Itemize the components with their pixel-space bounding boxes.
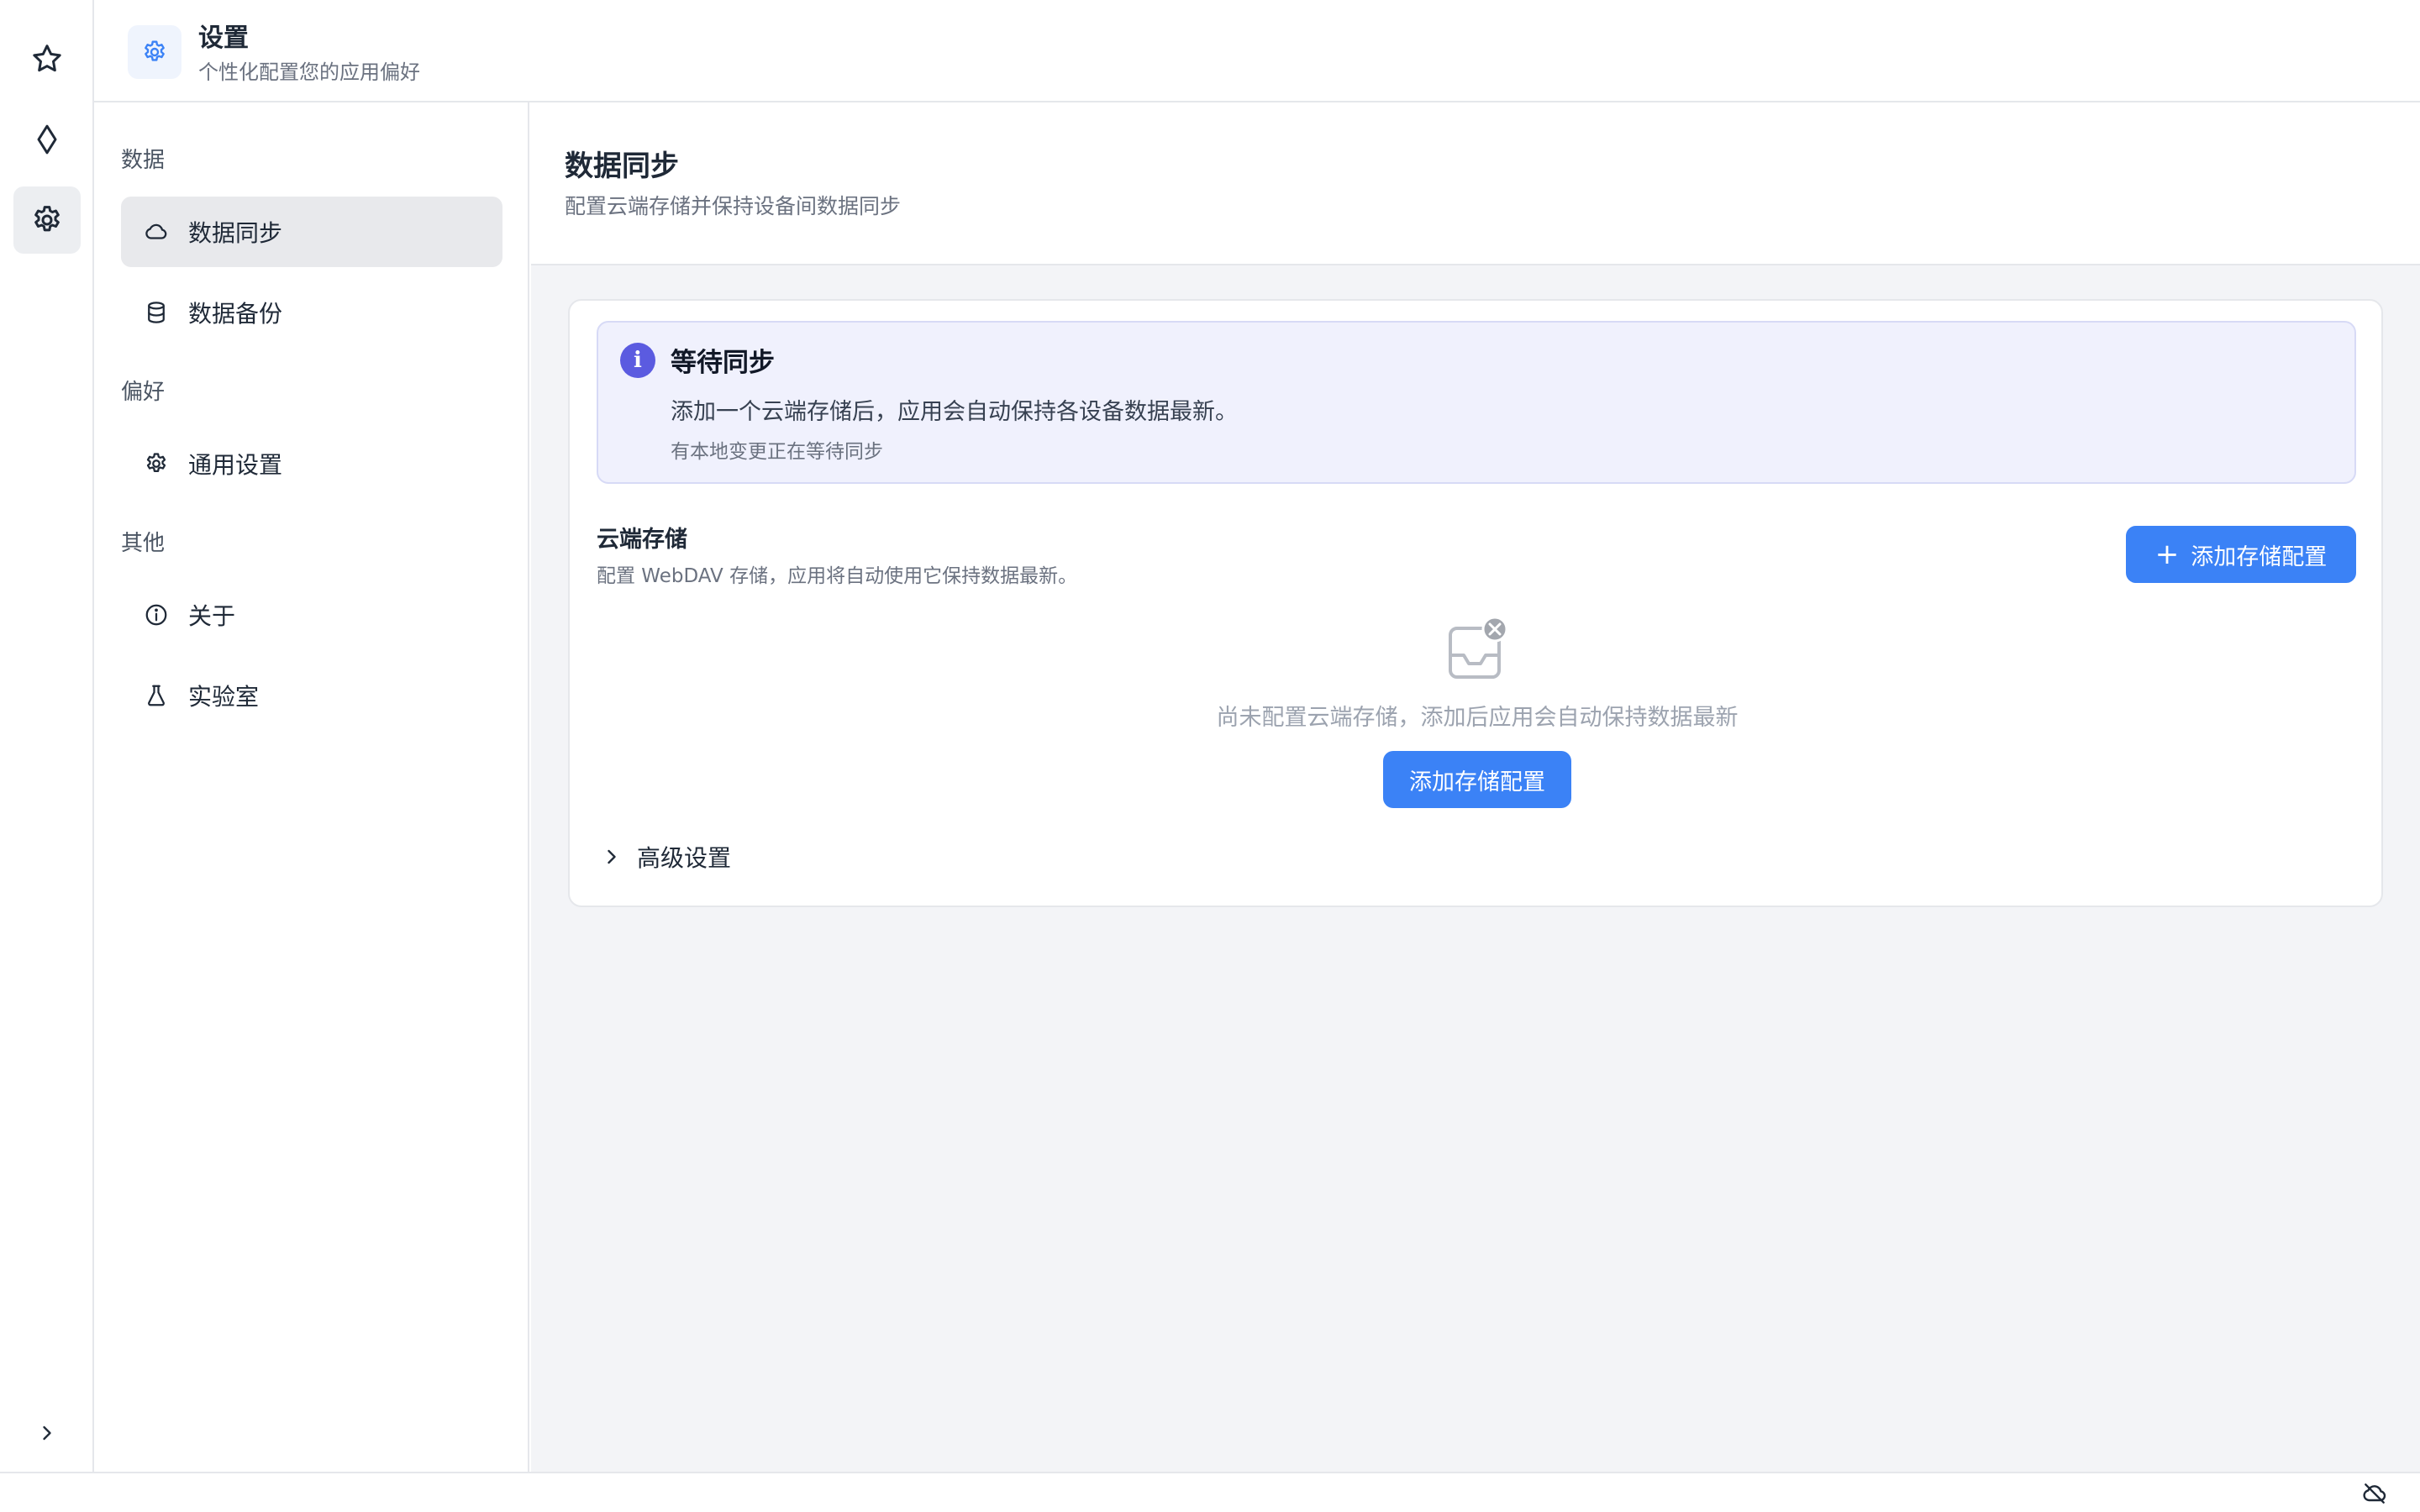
flask-icon [143,682,170,709]
rail-diamond-button[interactable] [13,106,81,173]
nav-item-data-sync[interactable]: 数据同步 [121,197,502,267]
nav-item-data-backup[interactable]: 数据备份 [121,277,502,348]
cloud-off-icon[interactable] [2361,1480,2388,1507]
chevron-right-icon [43,1425,51,1441]
page-subtitle: 个性化配置您的应用偏好 [198,60,420,84]
add-storage-button[interactable]: + 添加存储配置 [2126,526,2356,583]
cloud-icon [143,218,170,245]
app-header: 设置 个性化配置您的应用偏好 [94,0,2420,102]
empty-add-storage-button[interactable]: 添加存储配置 [1383,751,1571,808]
empty-state-text: 尚未配置云端存储，添加后应用会自动保持数据最新 [1216,705,1739,731]
alert-note: 有本地变更正在等待同步 [671,441,883,463]
nav-item-lab[interactable]: 实验室 [121,660,502,731]
nav-item-label: 通用设置 [188,451,283,479]
star-icon [33,45,61,72]
section-subtitle: 配置云端存储并保持设备间数据同步 [565,194,902,218]
rail-collapse-button[interactable] [30,1416,64,1450]
app-rail [0,0,94,1472]
page-title: 设置 [198,24,249,53]
nav-item-label: 数据备份 [188,300,283,328]
info-icon: i [620,343,655,378]
sync-card: i 等待同步 添加一个云端存储后，应用会自动保持各设备数据最新。 有本地变更正在… [568,299,2383,907]
empty-inbox-icon [1449,617,1508,679]
status-bar [0,1472,2420,1512]
section-header: 数据同步 配置云端存储并保持设备间数据同步 [531,102,2420,265]
advanced-settings-toggle[interactable]: 高级设置 [600,838,731,875]
nav-section-preferences: 偏好 [121,380,166,405]
empty-add-storage-button-label: 添加存储配置 [1409,769,1545,795]
nav-section-other: 其他 [121,531,166,556]
nav-item-label: 数据同步 [188,219,283,247]
advanced-settings-label: 高级设置 [637,844,732,872]
alert-message: 添加一个云端存储后，应用会自动保持各设备数据最新。 [671,399,1238,425]
info-icon [143,601,170,628]
rail-settings-button[interactable] [13,186,81,254]
section-title: 数据同步 [565,150,679,183]
diamond-icon [37,124,57,155]
gear-icon [143,450,170,477]
storage-description: 配置 WebDAV 存储，应用将自动使用它保持数据最新。 [597,565,1078,587]
gear-icon [145,40,165,61]
nav-item-label: 实验室 [188,683,260,711]
settings-nav: 数据 数据同步 数据备份 偏好 通用设置 其他 关于 实验室 [94,102,529,1472]
main-content: 数据同步 配置云端存储并保持设备间数据同步 i 等待同步 添加一个云端存储后，应… [531,102,2420,1472]
plus-icon: + [2154,538,2180,571]
nav-item-about[interactable]: 关于 [121,580,502,650]
chevron-right-icon [608,849,616,864]
rail-favorites-button[interactable] [13,25,81,92]
nav-item-label: 关于 [188,602,236,630]
database-icon [143,299,170,326]
sync-alert: i 等待同步 添加一个云端存储后，应用会自动保持各设备数据最新。 有本地变更正在… [597,321,2356,484]
alert-title: 等待同步 [671,348,775,378]
add-storage-button-label: 添加存储配置 [2191,543,2328,570]
nav-section-data: 数据 [121,148,166,173]
storage-title: 云端存储 [597,527,687,553]
header-icon [128,25,182,79]
nav-item-general-settings[interactable]: 通用设置 [121,428,502,499]
gear-icon [34,206,60,232]
